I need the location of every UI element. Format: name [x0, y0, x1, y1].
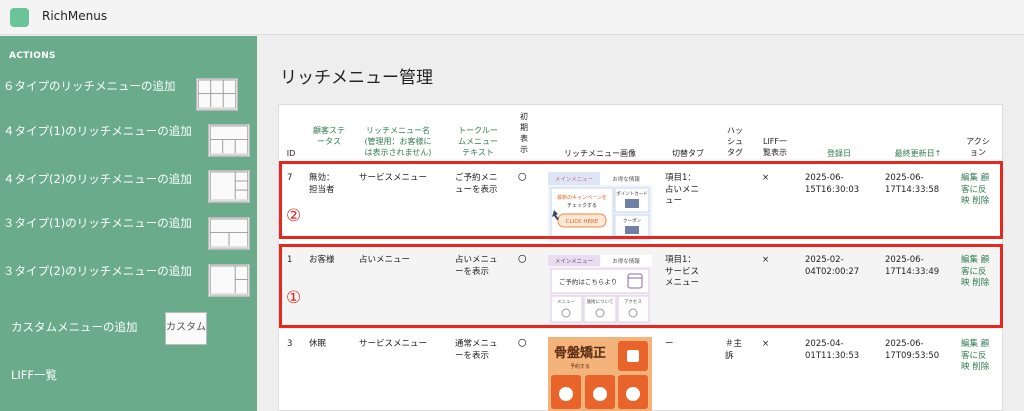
apply-to-customer-link[interactable]: 顧 [981, 339, 990, 349]
annotation-number-2: ② [286, 206, 302, 226]
row-updated: 2025-06- 17T09:53:50 [885, 339, 940, 361]
phone-icon [626, 387, 640, 401]
row-switch-tab: ー [665, 339, 674, 349]
row-registered: 2025-04- 01T11:30:53 [805, 339, 860, 361]
row-initial-display: 〇 [518, 339, 527, 349]
calendar-icon [627, 350, 639, 362]
sidebar-item-liff-list[interactable]: LIFF一覧 [11, 368, 57, 382]
sidebar: ACTIONS ６タイプのリッチメニューの追加 ４タイプ(1)のリッチメニューの… [0, 36, 257, 411]
header-last-updated[interactable]: 最終更新日↑ [883, 148, 953, 159]
delete-link[interactable]: 削除 [972, 362, 989, 372]
header-registered-date[interactable]: 登録日 [809, 148, 869, 159]
row-customer-status: 休眠 [309, 339, 327, 349]
page-title: リッチメニュー管理 [280, 68, 433, 88]
app-logo-icon[interactable] [10, 8, 29, 27]
sidebar-item-add-3-type-2[interactable]: ３タイプ(2)のリッチメニューの追加 [3, 264, 192, 278]
custom-layout-icon[interactable]: カスタム [165, 312, 207, 345]
apply-to-customer-link[interactable]: 映 [961, 362, 970, 372]
top-bar: RichMenus [0, 0, 1024, 35]
row-actions: 編集 顧 客に反 映 削除 [961, 339, 997, 374]
highlight-box-row-1 [279, 244, 1003, 328]
row-menu-name: サービスメニュー [359, 339, 428, 349]
image-headline: 骨盤矯正 [554, 345, 606, 361]
header-switch-tab: 切替タブ [672, 149, 704, 158]
row-id: 3 [287, 339, 293, 349]
three-type-1-layout-icon[interactable] [208, 217, 250, 250]
four-type-2-layout-icon[interactable] [208, 170, 250, 203]
sidebar-item-add-custom[interactable]: カスタムメニューの追加 [11, 320, 138, 334]
rich-menu-image-thumbnail[interactable]: 骨盤矯正 予約する [548, 337, 652, 411]
app-title[interactable]: RichMenus [42, 9, 107, 23]
header-talk-text[interactable]: トークルー ムメニュー テキスト [451, 125, 505, 158]
sidebar-item-add-3-type-1[interactable]: ３タイプ(1)のリッチメニューの追加 [3, 216, 192, 230]
home-icon [559, 387, 573, 401]
instagram-icon [593, 387, 607, 401]
header-id: ID [286, 149, 296, 158]
header-initial-display: 初 期 表 示 [520, 112, 528, 154]
highlight-box-row-7 [279, 161, 1003, 239]
table-row: 3 休眠 サービスメニュー 通常メニュ ーを表示 〇 骨盤矯正 予約する ー ＃… [279, 331, 1004, 411]
row-hashtag: ＃主 訴 [725, 339, 743, 361]
edit-link[interactable]: 編集 [961, 339, 978, 349]
header-menu-name[interactable]: リッチメニュー名 (管理用：お客様に は表示されません) [357, 125, 439, 158]
sidebar-item-add-6-type[interactable]: ６タイプのリッチメニューの追加 [3, 79, 176, 93]
annotation-number-1: ① [286, 288, 302, 308]
sidebar-item-add-4-type-1[interactable]: ４タイプ(1)のリッチメニューの追加 [3, 124, 192, 138]
apply-to-customer-link[interactable]: 客に反 [961, 351, 997, 363]
header-liff-list: LIFF一 覧表示 [762, 137, 788, 157]
header-hashtag: ハッ シュ タグ [727, 126, 743, 157]
three-type-2-layout-icon[interactable] [208, 264, 250, 297]
header-actions: アクシ ョン [966, 137, 990, 157]
sidebar-item-add-4-type-2[interactable]: ４タイプ(2)のリッチメニューの追加 [3, 172, 192, 186]
sidebar-heading: ACTIONS [9, 51, 56, 61]
header-customer-status[interactable]: 顧客ステ ータス [307, 125, 351, 147]
row-talk-text: 通常メニュ ーを表示 [455, 339, 498, 361]
header-menu-image: リッチメニュー画像 [564, 149, 636, 158]
six-type-layout-icon[interactable] [196, 78, 238, 111]
row-liff: × [762, 339, 770, 349]
image-subline: 予約する [570, 363, 590, 370]
four-type-1-layout-icon[interactable] [208, 124, 250, 157]
